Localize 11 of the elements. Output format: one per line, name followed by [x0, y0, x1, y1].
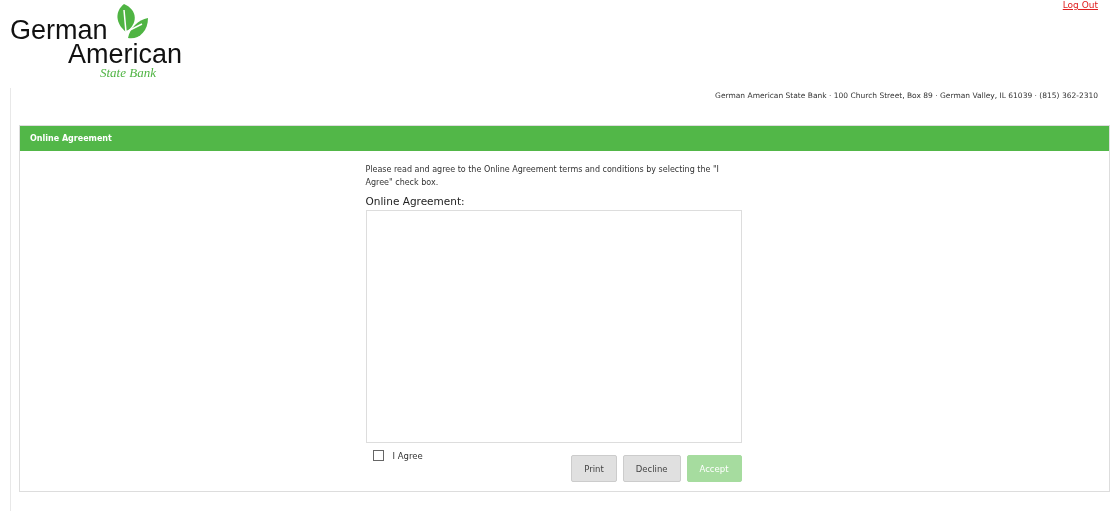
logo-text: American — [68, 42, 183, 66]
agreement-label: Online Agreement: — [365, 195, 466, 207]
agree-checkbox[interactable] — [372, 450, 384, 461]
agree-label: I Agree — [392, 450, 423, 461]
instructions-text: Please read and agree to the Online Agreement terms and conditions by selecting the "I Agree" check box. — [365, 164, 720, 189]
action-button[interactable]: Print — [571, 455, 617, 482]
logo-text: German — [10, 18, 108, 42]
action-button[interactable]: Decline — [622, 455, 681, 482]
panel-header: Online Agreement — [20, 126, 1109, 151]
logo-tagline: State Bank — [100, 66, 157, 80]
logout-link[interactable]: Log Out — [1062, 0, 1098, 10]
